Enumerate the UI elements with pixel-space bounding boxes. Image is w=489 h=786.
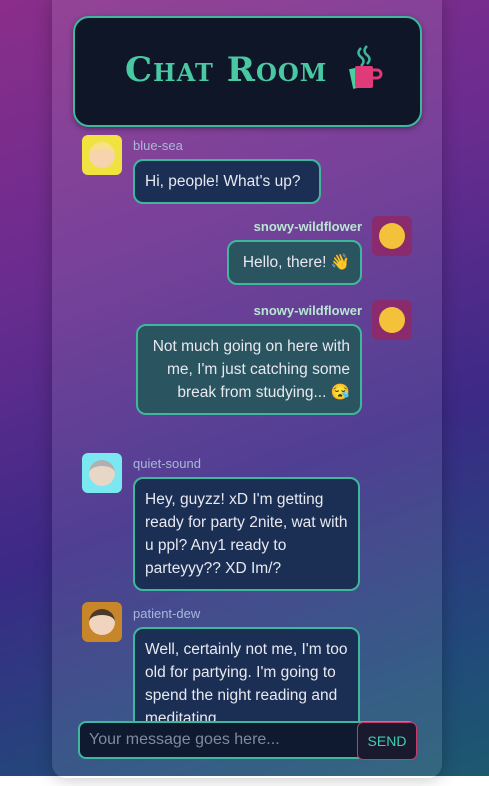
avatar — [372, 216, 412, 256]
message-bubble: Not much going on here with me, I'm just… — [136, 324, 362, 415]
message-username: quiet-sound — [133, 456, 201, 471]
dizzy-face-emoji — [379, 223, 405, 249]
coffee-cup-icon — [349, 45, 383, 89]
message-bubble: Well, certainly not me, I'm too old for … — [133, 627, 360, 722]
message-username: patient-dew — [133, 606, 201, 621]
message-bubble: Hey, guyzz! xD I'm getting ready for par… — [133, 477, 360, 591]
chat-panel: Chat Room blue-sea Hi, people! What's up… — [52, 0, 442, 778]
avatar — [82, 602, 122, 642]
avatar — [82, 135, 122, 175]
message-bubble: Hello, there! 👋 — [227, 240, 362, 285]
page-title: Chat Room — [125, 50, 328, 90]
message-bubble: Hi, people! What's up? — [133, 159, 321, 204]
avatar — [82, 453, 122, 493]
avatar — [372, 300, 412, 340]
message-username: snowy-wildflower — [253, 219, 362, 234]
send-button[interactable]: SEND — [357, 722, 417, 760]
person-facepalming-emoji — [89, 460, 115, 486]
chat-header: Chat Room — [73, 16, 422, 127]
blond-person-emoji — [89, 142, 115, 168]
message-username: blue-sea — [133, 138, 183, 153]
message-username: snowy-wildflower — [253, 303, 362, 318]
dizzy-face-emoji — [379, 307, 405, 333]
message-list[interactable]: blue-sea Hi, people! What's up? snowy-wi… — [52, 130, 442, 722]
person-tipping-hand-emoji — [89, 609, 115, 635]
